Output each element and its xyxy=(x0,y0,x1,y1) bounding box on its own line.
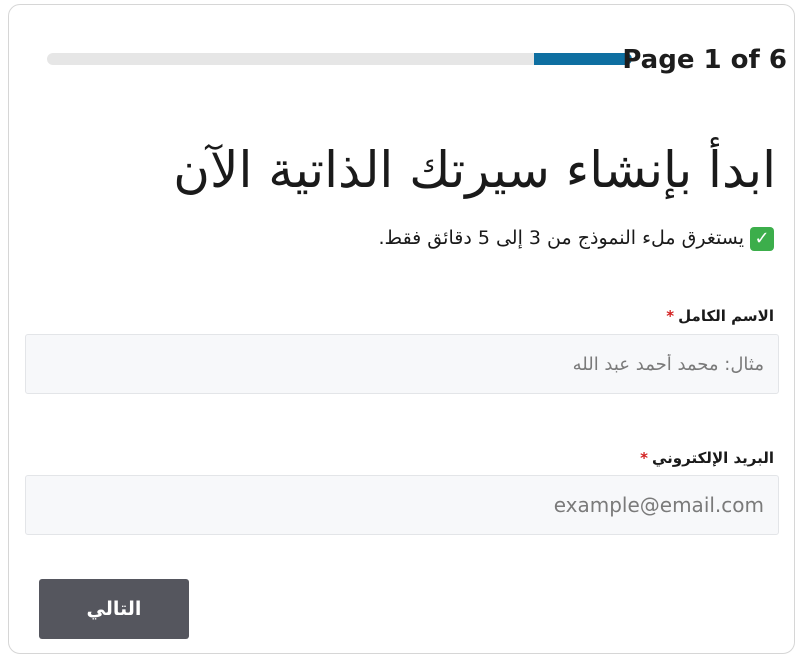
page-indicator: Page 1 of 6 xyxy=(622,45,787,75)
email-label: البريد الإلكتروني* xyxy=(640,447,774,469)
page-title: ابدأ بإنشاء سيرتك الذاتية الآن xyxy=(173,141,776,199)
full-name-label-text: الاسم الكامل xyxy=(678,307,774,325)
progress-bar-fill xyxy=(534,53,632,65)
progress-bar xyxy=(47,53,632,65)
form-subtitle: ✓يستغرق ملء النموذج من 3 إلى 5 دقائق فقط… xyxy=(378,223,774,253)
next-button[interactable]: التالي xyxy=(39,579,189,639)
full-name-label: الاسم الكامل* xyxy=(666,305,774,327)
required-asterisk: * xyxy=(640,449,648,467)
form-card: Page 1 of 6 ابدأ بإنشاء سيرتك الذاتية ال… xyxy=(8,4,795,654)
email-input[interactable] xyxy=(25,475,779,535)
progress-header: Page 1 of 6 xyxy=(47,43,787,77)
check-mark-icon: ✓ xyxy=(750,226,774,251)
subtitle-text: يستغرق ملء النموذج من 3 إلى 5 دقائق فقط. xyxy=(378,227,745,249)
required-asterisk: * xyxy=(666,307,675,325)
email-label-text: البريد الإلكتروني xyxy=(652,449,774,467)
full-name-input[interactable] xyxy=(25,334,779,394)
